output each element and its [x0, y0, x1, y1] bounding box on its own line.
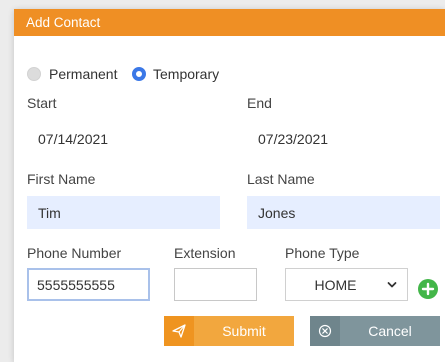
extension-input[interactable] — [174, 268, 257, 301]
submit-button[interactable]: Submit — [164, 316, 294, 346]
first-name-input[interactable] — [27, 196, 220, 229]
cancel-button[interactable]: Cancel — [310, 316, 440, 346]
extension-label: Extension — [174, 245, 236, 261]
dialog-titlebar: Add Contact — [14, 9, 445, 36]
chevron-down-icon — [387, 278, 397, 296]
last-name-input[interactable] — [247, 196, 440, 229]
start-date-input[interactable] — [27, 122, 220, 155]
plus-circle-icon — [421, 282, 435, 296]
first-name-label: First Name — [27, 171, 96, 187]
permanent-radio[interactable] — [27, 67, 41, 81]
add-phone-button[interactable] — [418, 279, 438, 299]
start-label: Start — [27, 95, 57, 111]
phone-type-value: HOME — [314, 277, 357, 293]
phone-number-input[interactable] — [27, 268, 150, 301]
last-name-label: Last Name — [247, 171, 315, 187]
temporary-radio[interactable] — [132, 67, 146, 81]
temporary-radio-label[interactable]: Temporary — [153, 66, 219, 82]
submit-button-label: Submit — [222, 323, 266, 339]
end-label: End — [247, 95, 272, 111]
permanent-radio-label[interactable]: Permanent — [49, 66, 117, 82]
phone-type-label: Phone Type — [285, 245, 360, 261]
send-icon — [164, 316, 194, 346]
dialog-title: Add Contact — [26, 15, 101, 30]
add-contact-dialog: Add Contact Permanent Temporary Start En… — [14, 9, 445, 362]
cancel-button-label: Cancel — [368, 323, 412, 339]
circle-x-icon — [310, 316, 340, 346]
phone-type-select[interactable]: HOME — [285, 268, 408, 301]
end-date-input[interactable] — [247, 122, 440, 155]
phone-number-label: Phone Number — [27, 245, 122, 261]
